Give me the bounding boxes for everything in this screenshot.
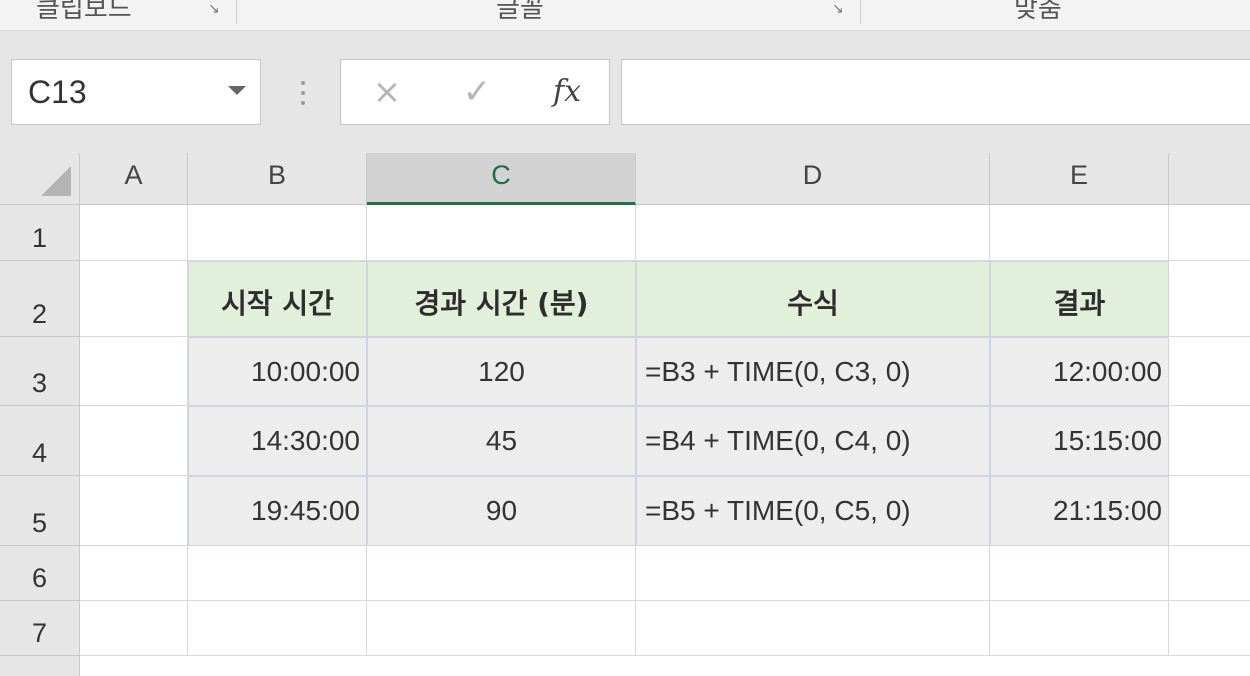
cell-e7[interactable]: [990, 601, 1169, 656]
font-launcher-icon[interactable]: ↘: [832, 2, 846, 16]
table-cell[interactable]: 45: [367, 406, 636, 476]
cell-d6[interactable]: [636, 546, 990, 601]
column-header-e[interactable]: E: [990, 153, 1169, 205]
cell-f1[interactable]: [1169, 205, 1250, 261]
column-header-next[interactable]: [1169, 153, 1250, 205]
table-cell[interactable]: 10:00:00: [188, 337, 367, 406]
formula-bar: C13 × ✓ fx: [0, 31, 1250, 153]
table-header-result[interactable]: 결과: [990, 261, 1169, 337]
cell-c1[interactable]: [367, 205, 636, 261]
cell-f5[interactable]: [1169, 476, 1250, 546]
checkmark-icon[interactable]: ✓: [455, 70, 499, 114]
ribbon-group-alignment-label: 맞춤: [1014, 0, 1062, 24]
table-header-elapsed-minutes[interactable]: 경과 시간 (분): [367, 261, 636, 337]
table-cell[interactable]: 21:15:00: [990, 476, 1169, 546]
row-header-6[interactable]: 6: [0, 546, 80, 601]
cell-f4[interactable]: [1169, 406, 1250, 476]
name-box-value: C13: [28, 74, 87, 110]
cell-c6[interactable]: [367, 546, 636, 601]
ribbon-group-font-label: 글꼴: [496, 0, 544, 24]
cell-f7[interactable]: [1169, 601, 1250, 656]
cancel-icon[interactable]: ×: [365, 70, 409, 114]
cell-f6[interactable]: [1169, 546, 1250, 601]
table-cell[interactable]: 14:30:00: [188, 406, 367, 476]
chevron-down-icon[interactable]: [228, 86, 246, 95]
name-box[interactable]: C13: [11, 59, 261, 125]
select-all-icon: [41, 166, 71, 196]
ribbon-divider: [860, 0, 861, 24]
cell-b6[interactable]: [188, 546, 367, 601]
formula-input[interactable]: [621, 59, 1250, 125]
column-header-d[interactable]: D: [636, 153, 990, 205]
table-cell[interactable]: =B3 + TIME(0, C3, 0): [636, 337, 990, 406]
column-header-b[interactable]: B: [188, 153, 367, 205]
ribbon-group-clipboard-label: 클립보드: [36, 0, 132, 24]
cell-a5[interactable]: [80, 476, 188, 546]
insert-function-icon[interactable]: fx: [545, 70, 589, 114]
ribbon-divider: [236, 0, 237, 24]
cell-f3[interactable]: [1169, 337, 1250, 406]
cell-d1[interactable]: [636, 205, 990, 261]
cell-e1[interactable]: [990, 205, 1169, 261]
table-cell[interactable]: 120: [367, 337, 636, 406]
cell-a2[interactable]: [80, 261, 188, 337]
cell-a6[interactable]: [80, 546, 188, 601]
row-header-7[interactable]: 7: [0, 601, 80, 656]
cell-e6[interactable]: [990, 546, 1169, 601]
table-cell[interactable]: 15:15:00: [990, 406, 1169, 476]
table-header-formula[interactable]: 수식: [636, 261, 990, 337]
cell-f2[interactable]: [1169, 261, 1250, 337]
column-header-a[interactable]: A: [80, 153, 188, 205]
row-header-2[interactable]: 2: [0, 261, 80, 337]
clipboard-launcher-icon[interactable]: ↘: [208, 2, 222, 16]
cell-a1[interactable]: [80, 205, 188, 261]
cell-b7[interactable]: [188, 601, 367, 656]
table-cell[interactable]: =B5 + TIME(0, C5, 0): [636, 476, 990, 546]
cell-a7[interactable]: [80, 601, 188, 656]
row-header-3[interactable]: 3: [0, 337, 80, 406]
cell-a4[interactable]: [80, 406, 188, 476]
cell-b1[interactable]: [188, 205, 367, 261]
cell-c7[interactable]: [367, 601, 636, 656]
more-options-icon[interactable]: [293, 75, 313, 111]
table-cell[interactable]: 12:00:00: [990, 337, 1169, 406]
row-header-8[interactable]: [0, 656, 80, 676]
table-cell[interactable]: 19:45:00: [188, 476, 367, 546]
worksheet-grid[interactable]: A B C D E 1 2 3 4 5 6 7 시작 시간 경과 시간 (분) …: [0, 153, 1250, 676]
formula-buttons: × ✓ fx: [340, 59, 610, 125]
cell-a3[interactable]: [80, 337, 188, 406]
table-header-start-time[interactable]: 시작 시간: [188, 261, 367, 337]
column-header-c[interactable]: C: [367, 153, 636, 205]
row-header-5[interactable]: 5: [0, 476, 80, 546]
row-header-1[interactable]: 1: [0, 205, 80, 261]
select-all-button[interactable]: [0, 153, 80, 205]
table-cell[interactable]: 90: [367, 476, 636, 546]
table-cell[interactable]: =B4 + TIME(0, C4, 0): [636, 406, 990, 476]
row-header-4[interactable]: 4: [0, 406, 80, 476]
ribbon: 클립보드 ↘ 글꼴 ↘ 맞춤: [0, 0, 1250, 31]
cell-d7[interactable]: [636, 601, 990, 656]
